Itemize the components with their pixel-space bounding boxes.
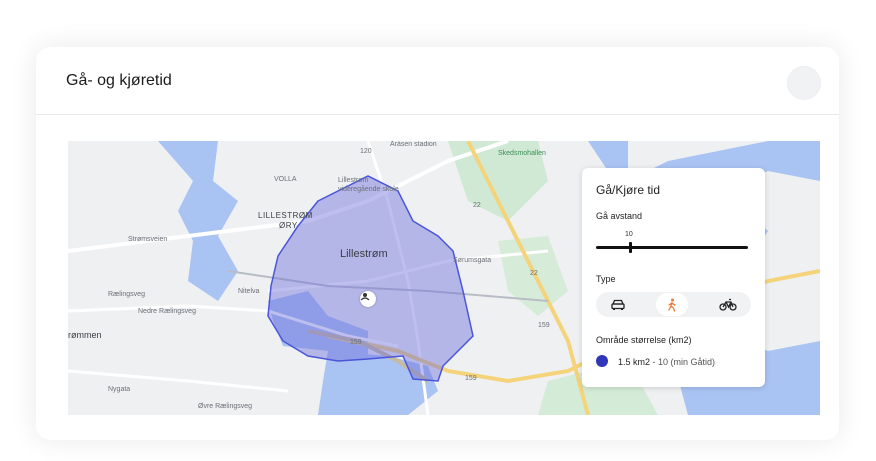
travel-type-toggle (596, 292, 751, 317)
road-badge-120: 120 (360, 148, 372, 155)
car-icon (611, 299, 625, 310)
header-action-button[interactable] (787, 66, 821, 100)
legend-text: 1.5 km2 - 10 (min Gåtid) (618, 357, 715, 367)
bike-icon (719, 298, 737, 311)
type-walk-button[interactable] (656, 293, 688, 316)
road-badge-159-b: 159 (465, 375, 477, 382)
map-label-raelingsveg: Rælingsveg (108, 291, 145, 298)
map-label-school-2: videregående skole (338, 186, 399, 193)
map-label-rommen: rømmen (68, 330, 102, 340)
map-label-city: Lillestrøm (340, 248, 388, 260)
panel-title: Gå/Kjøre tid (596, 183, 661, 197)
map-label-ovre-raelingsveg: Øvre Rælingsveg (198, 403, 253, 410)
map-label-nygata: Nygata (108, 386, 131, 393)
area-label: Område størrelse (km2) (596, 335, 692, 345)
walk-icon (668, 298, 676, 312)
distance-slider[interactable] (596, 242, 748, 253)
card-header: Gå- og kjøretid (36, 47, 839, 115)
map-label-nedre-raelingsveg: Nedre Rælingsveg (138, 308, 196, 315)
map-label-stromsveien: Strømsveien (128, 236, 168, 243)
map-label-district: LILLESTRØM (258, 211, 313, 220)
road-badge-22-a: 22 (473, 202, 481, 209)
slider-thumb[interactable] (629, 242, 632, 253)
slider-value: 10 (625, 231, 633, 238)
type-label: Type (596, 274, 616, 284)
map-label-sorumsgata: Sørumsgata (453, 257, 492, 264)
type-car-button[interactable] (602, 293, 634, 316)
map-label-district-2: ØRY (279, 221, 298, 230)
legend-area: 1.5 km2 (618, 357, 651, 367)
map-label-nitelva: Nitelva (238, 288, 260, 295)
walk-drive-time-card: Gå- og kjøretid LILLESTRØM ØRY Lillestrø… (36, 47, 839, 440)
distance-label: Gå avstand (596, 211, 643, 221)
map-label-volla: VOLLA (274, 176, 297, 183)
map-label-skedsmo: Skedsmohallen (498, 150, 546, 157)
type-bike-button[interactable] (712, 293, 744, 316)
road-badge-22-b: 22 (530, 270, 538, 277)
legend-detail: - 10 (min Gåtid) (652, 357, 716, 367)
location-pin-icon[interactable] (360, 291, 376, 307)
road-badge-159-c: 159 (538, 322, 550, 329)
map-label-arasen: Åråsen stadion (390, 141, 437, 148)
road-badge-159-a: 159 (350, 339, 362, 346)
map-label-school: Lillestrøm (338, 177, 369, 184)
legend-color-dot (596, 355, 608, 367)
card-title: Gå- og kjøretid (66, 72, 172, 89)
isochrone-panel: Gå/Kjøre tid Gå avstand 10 Type Område s… (582, 168, 765, 387)
